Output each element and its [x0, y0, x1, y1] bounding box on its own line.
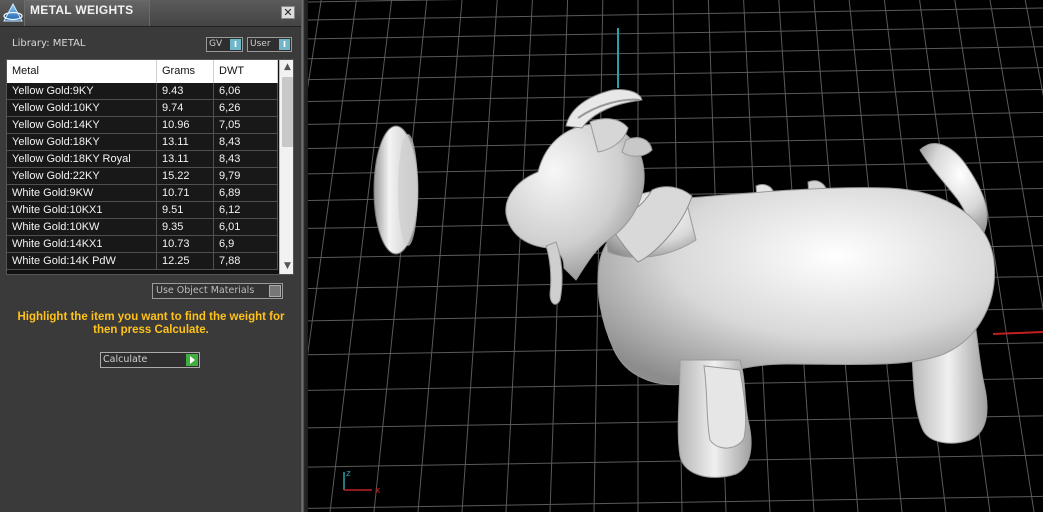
grid-line-horizontal	[308, 67, 1043, 81]
metal-cell: White Gold:9KW	[7, 185, 157, 201]
close-button[interactable]: ✕	[281, 6, 295, 19]
grams-cell: 10.71	[157, 185, 214, 201]
calculate-button[interactable]: Calculate	[100, 352, 200, 368]
table-row[interactable]: White Gold:10KW 9.35 6,01	[7, 219, 278, 236]
3d-viewport[interactable]: z x	[308, 0, 1043, 512]
grams-cell: 9.51	[157, 202, 214, 218]
grid-line-vertical	[308, 0, 322, 89]
instruction-text: Highlight the item you want to find the …	[17, 311, 285, 336]
user-library-toggle[interactable]: User I	[247, 37, 292, 52]
grams-cell: 10.73	[157, 236, 214, 252]
axis-gizmo-icon: z x	[343, 469, 381, 496]
library-label: Library: METAL	[12, 38, 86, 49]
scroll-up-icon[interactable]: ▲	[280, 60, 293, 75]
table-row[interactable]: White Gold:9KW 10.71 6,89	[7, 185, 278, 202]
dwt-cell: 6,12	[214, 202, 278, 218]
grams-cell: 9.43	[157, 83, 214, 99]
dwt-cell: 7,88	[214, 253, 278, 269]
dwt-cell: 9,79	[214, 168, 278, 184]
grams-cell: 15.22	[157, 168, 214, 184]
metal-cell: White Gold:10KW	[7, 219, 157, 235]
play-icon	[186, 354, 198, 366]
table-row[interactable]: Yellow Gold:10KY 9.74 6,26	[7, 100, 278, 117]
grid-line-horizontal	[308, 454, 1043, 468]
metal-cell: White Gold:10KX1	[7, 202, 157, 218]
viewport-canvas[interactable]: z x	[308, 0, 1043, 512]
table-row[interactable]: White Gold:10KX1 9.51 6,12	[7, 202, 278, 219]
table-row[interactable]: White Gold:14KX1 10.73 6,9	[7, 236, 278, 253]
dwt-cell: 6,89	[214, 185, 278, 201]
table-row[interactable]: Yellow Gold:22KY 15.22 9,79	[7, 168, 278, 185]
table-row[interactable]: Yellow Gold:18KY 13.11 8,43	[7, 134, 278, 151]
gv-label: GV	[209, 39, 223, 49]
column-header-grams[interactable]: Grams	[157, 60, 214, 83]
grams-cell: 13.11	[157, 151, 214, 167]
panel-splitter[interactable]	[301, 0, 308, 512]
metal-cell: Yellow Gold:18KY Royal	[7, 151, 157, 167]
use-object-materials-toggle[interactable]: Use Object Materials	[152, 283, 283, 299]
column-header-dwt[interactable]: DWT	[214, 60, 278, 83]
gv-toggle-icon: I	[230, 39, 241, 50]
grid-line-horizontal	[308, 26, 1043, 40]
x-axis-line	[992, 331, 1043, 335]
table-header: Metal Grams DWT	[7, 60, 278, 83]
scroll-thumb[interactable]	[282, 77, 293, 147]
metal-cell: Yellow Gold:22KY	[7, 168, 157, 184]
panel-title: METAL WEIGHTS	[30, 3, 134, 17]
dwt-cell: 6,01	[214, 219, 278, 235]
metal-cell: Yellow Gold:10KY	[7, 100, 157, 116]
dwt-cell: 7,05	[214, 117, 278, 133]
metal-cell: Yellow Gold:9KY	[7, 83, 157, 99]
dwt-cell: 8,43	[214, 151, 278, 167]
scroll-down-icon[interactable]: ▼	[280, 259, 293, 274]
grams-cell: 10.96	[157, 117, 214, 133]
dwt-cell: 6,9	[214, 236, 278, 252]
table-scrollbar[interactable]: ▲ ▼	[279, 60, 293, 274]
panel-titlebar[interactable]: METAL WEIGHTS ✕	[0, 0, 301, 27]
metal-weights-panel: METAL WEIGHTS ✕ Library: METAL GV I User…	[0, 0, 301, 512]
user-label: User	[250, 39, 271, 49]
column-header-metal[interactable]: Metal	[7, 60, 157, 83]
gv-library-toggle[interactable]: GV I	[206, 37, 243, 52]
dwt-cell: 8,43	[214, 134, 278, 150]
grid-line-vertical	[989, 0, 1043, 312]
grams-cell: 9.35	[157, 219, 214, 235]
user-toggle-icon: I	[279, 39, 290, 50]
checkbox-icon	[269, 285, 281, 297]
app-logo-icon	[3, 2, 23, 22]
use-object-materials-label: Use Object Materials	[156, 285, 255, 296]
grid-line-vertical	[308, 0, 357, 356]
grams-cell: 13.11	[157, 134, 214, 150]
calculate-label: Calculate	[103, 354, 148, 365]
metal-cell: White Gold:14K PdW	[7, 253, 157, 269]
table-body: Yellow Gold:9KY 9.43 6,06 Yellow Gold:10KY…	[7, 83, 278, 270]
grid-line-horizontal	[308, 7, 1043, 21]
dwt-cell: 6,06	[214, 83, 278, 99]
metal-cell: Yellow Gold:18KY	[7, 134, 157, 150]
gizmo-x-label: x	[375, 486, 381, 496]
metal-cell: Yellow Gold:14KY	[7, 117, 157, 133]
goat-model	[505, 89, 996, 478]
table-row[interactable]: Yellow Gold:9KY 9.43 6,06	[7, 83, 278, 100]
table-row[interactable]: Yellow Gold:14KY 10.96 7,05	[7, 117, 278, 134]
grams-cell: 9.74	[157, 100, 214, 116]
grid-line-vertical	[505, 0, 533, 512]
grid-line-horizontal	[308, 495, 1043, 509]
grams-cell: 12.25	[157, 253, 214, 269]
grid-line-horizontal	[308, 0, 462, 3]
gizmo-z-label: z	[346, 469, 351, 479]
metal-table: Metal Grams DWT Yellow Gold:9KY 9.43 6,06 …	[6, 59, 294, 275]
dwt-cell: 6,26	[214, 100, 278, 116]
grid-line-horizontal	[308, 46, 1043, 60]
table-row[interactable]: Yellow Gold:18KY Royal 13.11 8,43	[7, 151, 278, 168]
metal-cell: White Gold:14KX1	[7, 236, 157, 252]
ring-disc-model	[373, 125, 419, 255]
table-row[interactable]: White Gold:14K PdW 12.25 7,88	[7, 253, 278, 270]
